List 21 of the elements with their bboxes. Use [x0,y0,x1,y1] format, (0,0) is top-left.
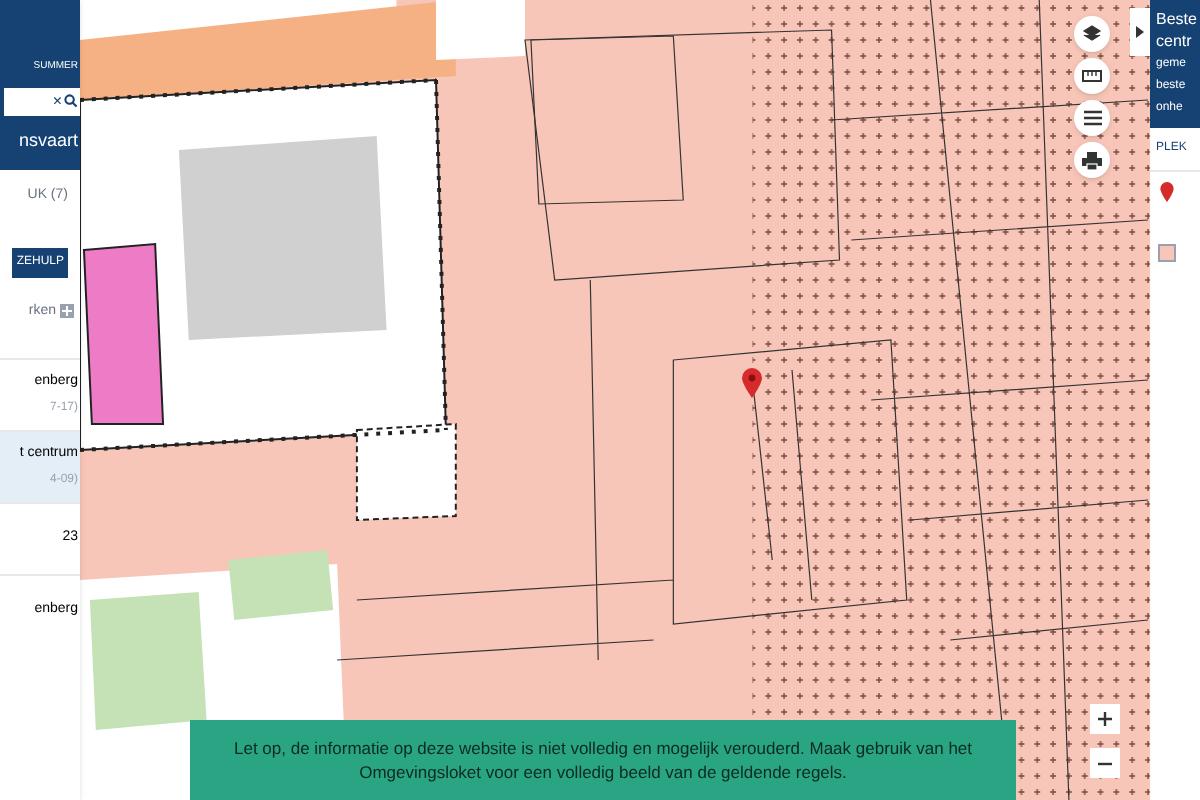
info-title-line: Beste [1156,10,1199,30]
warning-banner: Let op, de informatie op deze website is niet volledig en mogelijk verouderd. Maak gebruik van het Omgevingsloket voor een volledig beeld van de geldende regels. [190,720,1016,800]
info-title-line: centr [1156,32,1194,52]
plus-icon [1098,712,1112,726]
printer-icon [1082,151,1102,169]
panel-toggle-button[interactable] [1130,8,1150,56]
panel-title: nsvaart [18,127,80,153]
clear-button[interactable]: × [52,93,62,109]
legend-swatch-icon [1158,244,1176,262]
caret-icon [1136,26,1144,38]
location-marker-icon [742,368,762,398]
location-marker-icon [1160,182,1174,202]
zoom-in-button[interactable] [1090,704,1120,734]
ruler-icon [1082,70,1102,82]
add-icon[interactable] [60,304,74,319]
search-icon[interactable] [64,94,78,108]
zoom-out-button[interactable] [1090,748,1120,778]
list-icon [1083,110,1101,126]
search-field[interactable]: × [4,87,80,115]
layers-icon [1082,24,1102,44]
minus-icon [1098,761,1112,765]
